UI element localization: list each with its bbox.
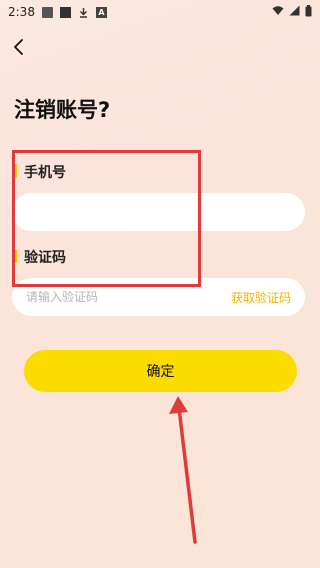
a-icon: A [95, 6, 107, 18]
verification-code-input[interactable] [26, 290, 231, 304]
page-title: 注销账号? [14, 98, 111, 122]
status-bar: 2:38 A [0, 0, 320, 24]
phone-label: 手机号 [14, 162, 66, 182]
signal-icon [289, 5, 300, 19]
code-field-container: 获取验证码 [12, 278, 305, 316]
status-right [272, 4, 312, 20]
wifi-icon [272, 5, 284, 19]
code-label-text: 验证码 [24, 250, 66, 266]
image-icon [41, 6, 53, 18]
label-accent-bar [14, 164, 17, 178]
battery-icon [305, 4, 312, 20]
download-icon [78, 7, 89, 18]
phone-input[interactable] [26, 205, 291, 219]
back-button[interactable] [10, 37, 30, 57]
get-code-button[interactable]: 获取验证码 [231, 289, 291, 306]
label-accent-bar [14, 249, 17, 263]
annotation-arrow-icon [169, 396, 197, 544]
phone-label-text: 手机号 [24, 165, 66, 181]
code-label: 验证码 [14, 247, 66, 267]
confirm-button[interactable]: 确定 [24, 350, 297, 392]
status-time: 2:38 [8, 5, 35, 19]
chevron-left-icon [14, 39, 23, 55]
phone-field-container [12, 193, 305, 231]
square-icon [59, 6, 71, 18]
status-left: 2:38 A [8, 5, 107, 19]
